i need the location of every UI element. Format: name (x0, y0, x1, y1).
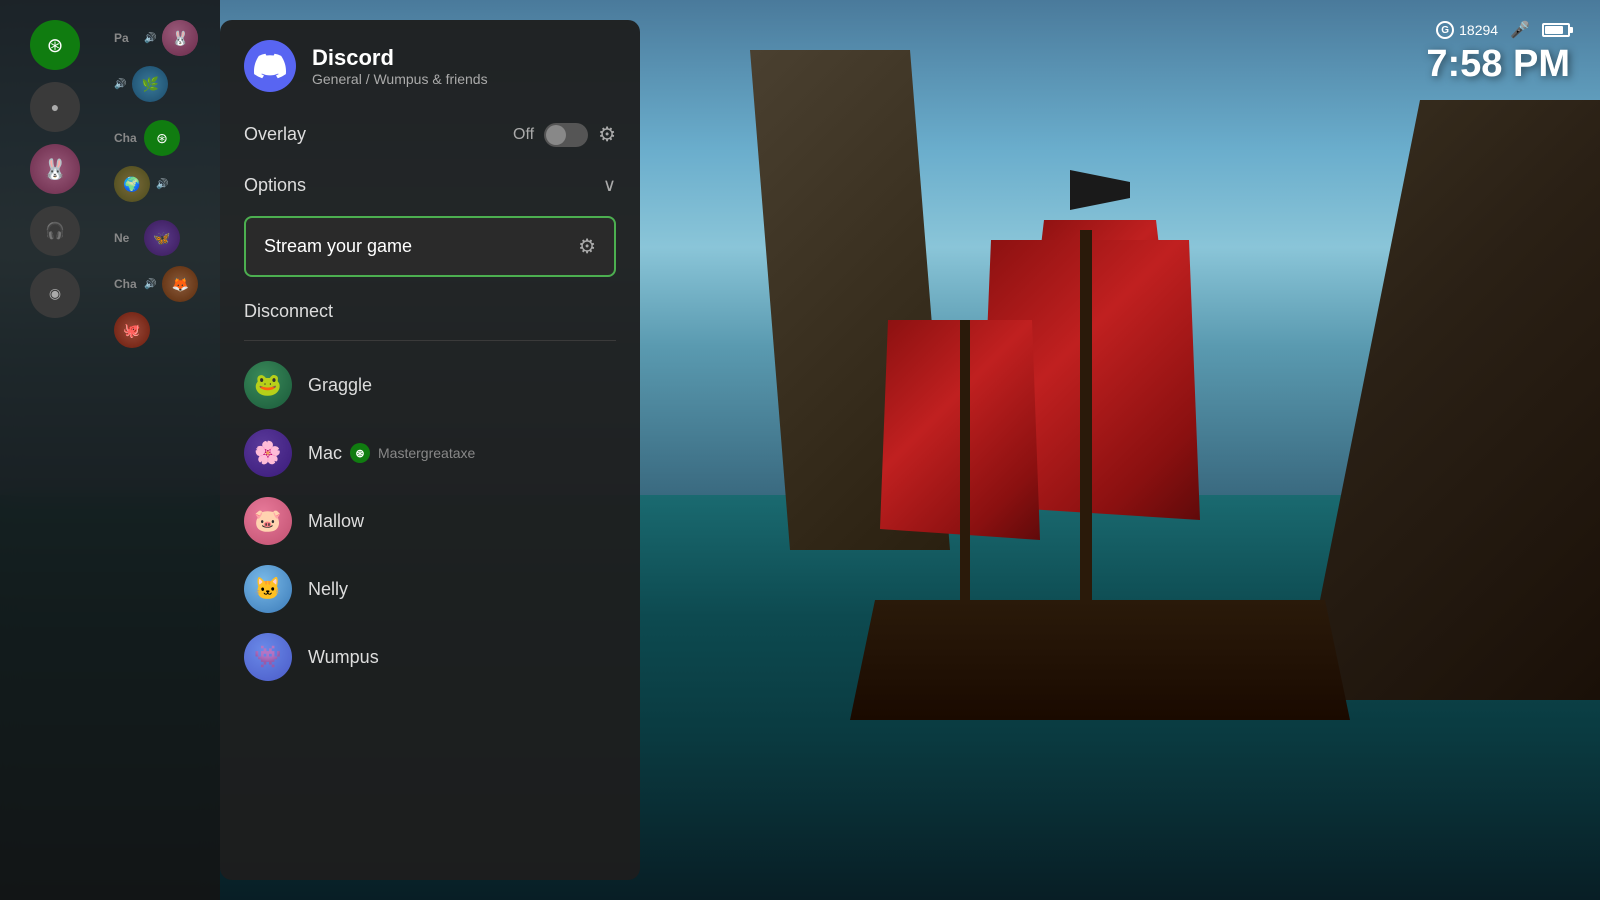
sidebar-avatar-xbox[interactable]: ⊛ (144, 120, 180, 156)
avatar-graggle: 🐸 (244, 361, 292, 409)
sidebar-label-pa: Pa (114, 31, 138, 45)
discord-app-name: Discord (312, 45, 488, 71)
sidebar-label-cha2: Cha (114, 277, 138, 291)
overlay-label: Overlay (244, 124, 306, 145)
sidebar-avatar-2[interactable]: 🌿 (132, 66, 168, 102)
sidebar-row-4: 🌍 🔊 (110, 166, 220, 202)
user-name-block-nelly: Nelly (308, 579, 348, 600)
discord-subtitle: General / Wumpus & friends (312, 71, 488, 87)
xbox-badge-mac: ⊛ (350, 443, 370, 463)
sidebar-icons-column: ⊛ ● 🐰 🎧 ◉ (0, 0, 110, 900)
vol-icon-3: 🔊 (156, 179, 168, 190)
sidebar-item-discord-small[interactable]: ◉ (30, 268, 80, 318)
avatar-wumpus: 👾 (244, 633, 292, 681)
mic-icon: 🎤 (1510, 20, 1530, 40)
user-name-block-mac: Mac ⊛ Mastergreataxe (308, 443, 475, 464)
ship-flag (1070, 170, 1130, 210)
user-item-mallow[interactable]: 🐷 Mallow (244, 489, 616, 553)
left-sidebar: ⊛ ● 🐰 🎧 ◉ Pa 🔊 🐰 🔊 🌿 Cha ⊛ 🌍 (0, 0, 220, 900)
vol-icon-4: 🔊 (144, 279, 156, 290)
disconnect-label: Disconnect (244, 301, 333, 321)
sidebar-row-6: Cha 🔊 🦊 (110, 266, 220, 302)
ship (800, 170, 1450, 720)
sidebar-avatar-3[interactable]: 🌍 (114, 166, 150, 202)
sidebar-item-xbox[interactable]: ⊛ (30, 20, 80, 70)
discord-title-block: Discord General / Wumpus & friends (312, 45, 488, 87)
overlay-state-text: Off (513, 126, 534, 144)
avatar-nelly: 🐱 (244, 565, 292, 613)
stream-gear-button[interactable]: ⚙ (578, 234, 596, 259)
user-item-wumpus[interactable]: 👾 Wumpus (244, 625, 616, 689)
sidebar-avatar-5[interactable]: 🦊 (162, 266, 198, 302)
overlay-row: Overlay Off ⚙ (244, 108, 616, 161)
user-name-block-graggle: Graggle (308, 375, 372, 396)
user-list: 🐸 Graggle 🌸 Mac ⊛ Mastergreataxe 🐷 Mallo… (244, 353, 616, 689)
ship-hull (850, 600, 1350, 720)
options-row[interactable]: Options ∨ (244, 161, 616, 210)
options-label: Options (244, 175, 306, 196)
stream-game-button[interactable]: Stream your game ⚙ (244, 216, 616, 277)
time-display: 7:58 PM (1426, 44, 1570, 86)
vol-icon-2: 🔊 (114, 79, 126, 90)
discord-header: Discord General / Wumpus & friends (220, 20, 640, 108)
user-name-nelly: Nelly (308, 579, 348, 600)
sidebar-avatar-1[interactable]: 🐰 (162, 20, 198, 56)
user-name-mallow: Mallow (308, 511, 364, 532)
options-chevron-button[interactable]: ∨ (603, 175, 616, 196)
overlay-toggle-off-label: Off (513, 126, 534, 144)
sidebar-row-5: Ne 🦋 (110, 220, 220, 256)
g-score-display: G 18294 (1436, 21, 1498, 39)
sidebar-row-2: 🔊 🌿 (110, 66, 220, 102)
battery-fill (1545, 26, 1563, 34)
discord-body: Overlay Off ⚙ Options ∨ Stream your game… (220, 108, 640, 689)
stream-game-label: Stream your game (264, 236, 412, 257)
user-item-mac[interactable]: 🌸 Mac ⊛ Mastergreataxe (244, 421, 616, 485)
user-name-block-wumpus: Wumpus (308, 647, 379, 668)
sidebar-avatar-4[interactable]: 🦋 (144, 220, 180, 256)
sidebar-row-7: 🐙 (110, 312, 220, 348)
avatar-mallow: 🐷 (244, 497, 292, 545)
sidebar-item-discord-icon[interactable]: ● (30, 82, 80, 132)
sidebar-label-ne: Ne (114, 231, 138, 245)
g-score-value: 18294 (1459, 22, 1498, 38)
toggle-thumb (546, 125, 566, 145)
overlay-toggle[interactable] (544, 123, 588, 147)
user-name-block-mallow: Mallow (308, 511, 364, 532)
ship-mast-main (1080, 230, 1092, 610)
g-icon: G (1436, 21, 1454, 39)
user-name-wumpus: Wumpus (308, 647, 379, 668)
sidebar-avatar-6[interactable]: 🐙 (114, 312, 150, 348)
user-item-graggle[interactable]: 🐸 Graggle (244, 353, 616, 417)
overlay-gear-button[interactable]: ⚙ (598, 122, 616, 147)
overlay-controls: Off ⚙ (513, 122, 616, 147)
sidebar-item-headset[interactable]: 🎧 (30, 206, 80, 256)
disconnect-row[interactable]: Disconnect (244, 291, 616, 336)
sidebar-row-3: Cha ⊛ (110, 120, 220, 156)
ship-mast-fore (960, 320, 970, 620)
discord-panel: Discord General / Wumpus & friends Overl… (220, 20, 640, 880)
avatar-mac: 🌸 (244, 429, 292, 477)
status-bar: G 18294 🎤 7:58 PM (1426, 20, 1570, 86)
battery-icon (1542, 23, 1570, 37)
discord-logo (244, 40, 296, 92)
user-name-graggle: Graggle (308, 375, 372, 396)
gamertag-mac: Mastergreataxe (378, 445, 475, 461)
user-item-nelly[interactable]: 🐱 Nelly (244, 557, 616, 621)
divider (244, 340, 616, 341)
vol-icon-1: 🔊 (144, 33, 156, 44)
sidebar-avatars-column: Pa 🔊 🐰 🔊 🌿 Cha ⊛ 🌍 🔊 Ne 🦋 Cha (110, 0, 220, 900)
sidebar-label-cha: Cha (114, 131, 138, 145)
sidebar-item-avatar1[interactable]: 🐰 (30, 144, 80, 194)
sidebar-row-1: Pa 🔊 🐰 (110, 20, 220, 56)
discord-logo-icon (254, 50, 286, 82)
user-name-mac: Mac (308, 443, 342, 464)
